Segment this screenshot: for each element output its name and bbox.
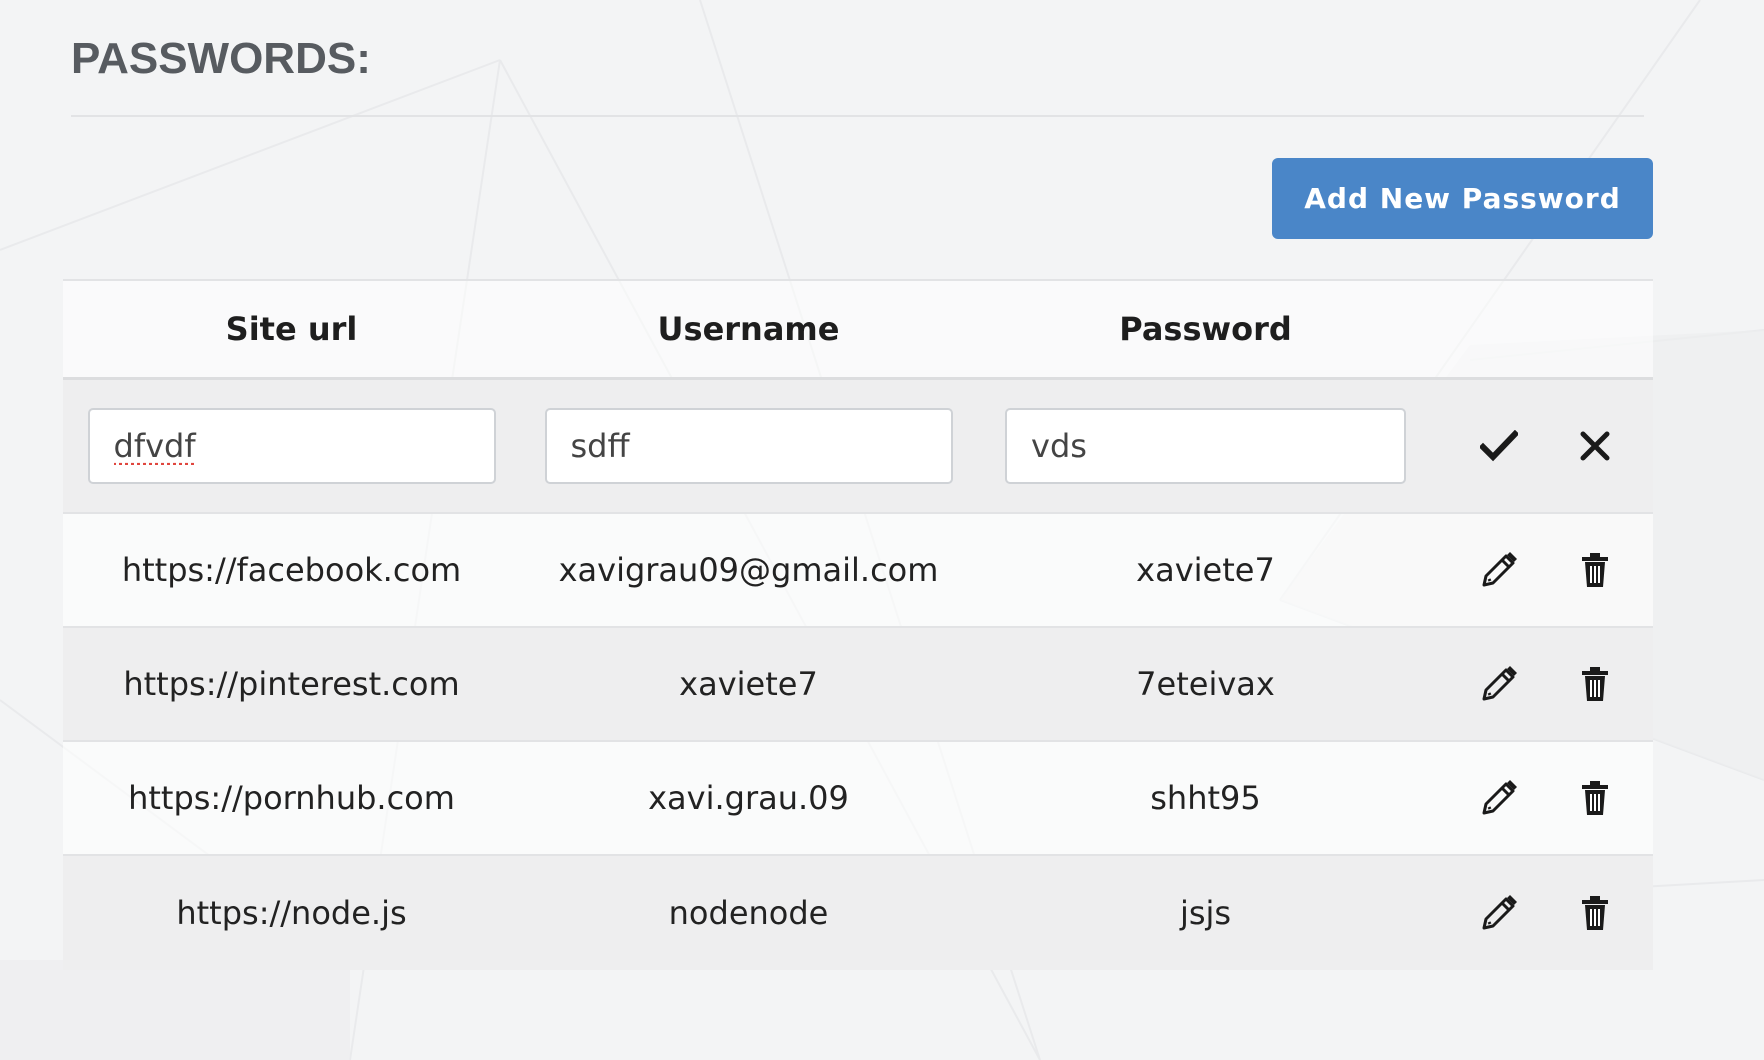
passwords-table: Site url Username Password dfvdf sdff vd…: [63, 279, 1653, 970]
username-cell: nodenode: [668, 894, 829, 932]
pencil-icon[interactable]: [1477, 548, 1521, 592]
close-icon[interactable]: [1573, 424, 1617, 468]
table-row: https://pinterest.com xaviete7 7eteivax: [63, 628, 1653, 742]
site-url-cell: https://node.js: [176, 894, 407, 932]
column-header-username: Username: [657, 310, 840, 348]
table-row: https://pornhub.com xavi.grau.09 shht95: [63, 742, 1653, 856]
username-cell: xaviete7: [679, 665, 818, 703]
row-action-group: [1471, 891, 1617, 935]
row-action-group: [1471, 548, 1617, 592]
trash-icon[interactable]: [1573, 891, 1617, 935]
edit-actions: [1471, 424, 1617, 468]
row-actions: [1434, 742, 1653, 854]
edit-cell-site-url: [63, 380, 520, 512]
title-divider: [71, 115, 1644, 117]
row-actions: [1434, 628, 1653, 740]
username-input[interactable]: [544, 408, 953, 484]
password-cell: xaviete7: [1136, 551, 1275, 589]
passwords-page: PASSWORDS: Add New Password Site url Use…: [0, 0, 1764, 1060]
add-new-password-button[interactable]: Add New Password: [1272, 158, 1653, 239]
edit-row: [63, 380, 1653, 514]
check-icon[interactable]: [1477, 424, 1521, 468]
trash-icon[interactable]: [1573, 776, 1617, 820]
site-url-cell: https://facebook.com: [121, 551, 462, 589]
pencil-icon[interactable]: [1477, 891, 1521, 935]
trash-icon[interactable]: [1573, 548, 1617, 592]
password-cell: 7eteivax: [1136, 665, 1275, 703]
table-header-row: Site url Username Password: [63, 281, 1653, 380]
row-actions: [1434, 514, 1653, 626]
table-row: https://facebook.com xavigrau09@gmail.co…: [63, 514, 1653, 628]
edit-row-actions: [1434, 380, 1653, 512]
edit-cell-password: [977, 380, 1434, 512]
username-cell: xavigrau09@gmail.com: [558, 551, 939, 589]
row-actions: [1434, 856, 1653, 970]
pencil-icon[interactable]: [1477, 662, 1521, 706]
site-url-cell: https://pinterest.com: [123, 665, 460, 703]
password-cell: jsjs: [1179, 894, 1232, 932]
column-header-site-url: Site url: [225, 310, 358, 348]
password-input[interactable]: [1005, 408, 1406, 484]
site-url-cell: https://pornhub.com: [128, 779, 455, 817]
table-row: https://node.js nodenode jsjs: [63, 856, 1653, 970]
row-action-group: [1471, 662, 1617, 706]
trash-icon[interactable]: [1573, 662, 1617, 706]
edit-cell-username: [520, 380, 977, 512]
password-cell: shht95: [1150, 779, 1261, 817]
row-action-group: [1471, 776, 1617, 820]
username-cell: xavi.grau.09: [648, 779, 849, 817]
pencil-icon[interactable]: [1477, 776, 1521, 820]
page-title: PASSWORDS:: [71, 34, 371, 83]
site-url-input[interactable]: [87, 408, 496, 484]
column-header-password: Password: [1119, 310, 1292, 348]
